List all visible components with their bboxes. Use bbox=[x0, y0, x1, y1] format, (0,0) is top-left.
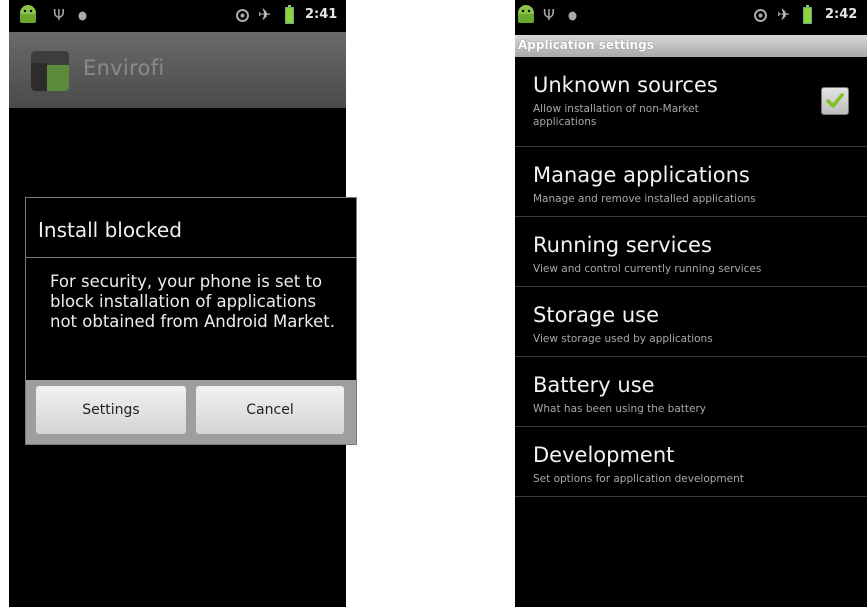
android-icon bbox=[20, 5, 36, 23]
app-icon bbox=[31, 51, 69, 91]
application-settings-screen: Ψ ✈ 2:42 Application settings Unknown so… bbox=[515, 0, 867, 607]
app-name: Envirofi bbox=[83, 56, 165, 80]
cancel-button[interactable]: Cancel bbox=[196, 386, 344, 434]
status-time: 2:41 bbox=[305, 7, 338, 22]
install-blocked-dialog: Install blocked For security, your phone… bbox=[25, 197, 357, 445]
airplane-icon: ✈ bbox=[777, 5, 791, 24]
pref-manage-applications[interactable]: Manage applications Manage and remove in… bbox=[515, 147, 867, 217]
pref-running-services[interactable]: Running services View and control curren… bbox=[515, 217, 867, 287]
checkmark-icon bbox=[826, 93, 844, 108]
debug-icon bbox=[568, 11, 577, 21]
pref-summary: Manage and remove installed applications bbox=[533, 193, 756, 205]
pref-summary: Allow installation of non-Market applica… bbox=[533, 103, 699, 128]
pref-title: Development bbox=[533, 443, 675, 467]
pref-title: Battery use bbox=[533, 373, 655, 397]
pref-storage-use[interactable]: Storage use View storage used by applica… bbox=[515, 287, 867, 357]
airplane-icon: ✈ bbox=[258, 5, 272, 24]
pref-summary: View storage used by applications bbox=[533, 333, 713, 345]
pref-summary: What has been using the battery bbox=[533, 403, 706, 415]
android-icon bbox=[518, 5, 534, 23]
usb-icon: Ψ bbox=[53, 6, 65, 24]
dialog-message: For security, your phone is set to block… bbox=[50, 272, 335, 331]
preference-list: Unknown sources Allow installation of no… bbox=[515, 57, 867, 497]
pref-title: Running services bbox=[533, 233, 712, 257]
status-bar: Ψ ✈ 2:42 bbox=[515, 0, 867, 32]
dialog-title: Install blocked bbox=[38, 218, 182, 242]
unknown-sources-checkbox[interactable] bbox=[821, 87, 849, 115]
pref-summary: View and control currently running servi… bbox=[533, 263, 762, 275]
pref-title: Storage use bbox=[533, 303, 660, 327]
settings-button[interactable]: Settings bbox=[36, 386, 186, 434]
app-title-bar: Envirofi bbox=[9, 32, 346, 108]
pref-title: Unknown sources bbox=[533, 73, 718, 97]
pref-unknown-sources[interactable]: Unknown sources Allow installation of no… bbox=[515, 57, 867, 147]
battery-icon bbox=[285, 5, 294, 24]
battery-icon bbox=[803, 5, 812, 24]
pref-title: Manage applications bbox=[533, 163, 750, 187]
pref-development[interactable]: Development Set options for application … bbox=[515, 427, 867, 497]
debug-icon bbox=[78, 11, 87, 21]
gps-icon bbox=[236, 9, 249, 22]
pref-battery-use[interactable]: Battery use What has been using the batt… bbox=[515, 357, 867, 427]
dialog-divider bbox=[26, 257, 356, 258]
settings-header: Application settings bbox=[515, 35, 867, 57]
settings-header-title: Application settings bbox=[518, 38, 654, 52]
usb-icon: Ψ bbox=[543, 6, 555, 24]
dialog-button-bar: Settings Cancel bbox=[26, 380, 356, 444]
pref-summary: Set options for application development bbox=[533, 473, 744, 485]
status-bar: Ψ ✈ 2:41 bbox=[9, 0, 346, 32]
status-time: 2:42 bbox=[825, 7, 858, 22]
gps-icon bbox=[754, 9, 767, 22]
